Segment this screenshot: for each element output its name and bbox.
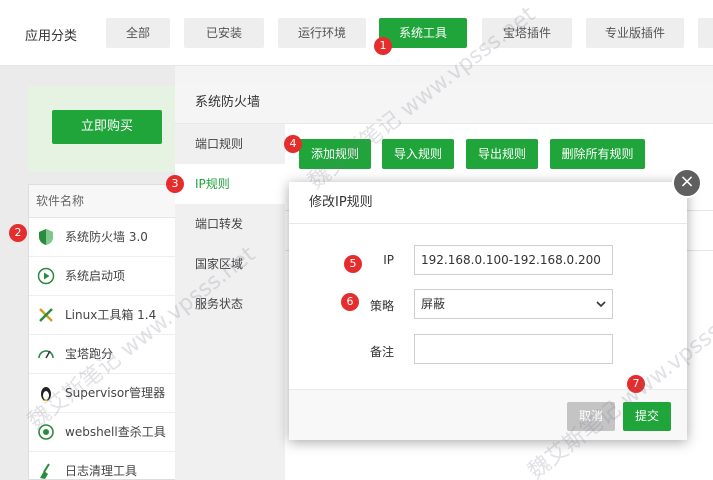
software-list: 软件名称 系统防火墙 3.0 系统启动项 Linux工具箱 1.4 宝塔跑分 S… bbox=[28, 184, 178, 480]
software-item-benchmark[interactable]: 宝塔跑分 bbox=[29, 335, 177, 374]
category-bt-plugins-button[interactable]: 宝塔插件 bbox=[482, 18, 572, 48]
callout-badge: 4 bbox=[284, 135, 302, 153]
nav-ip-rules[interactable]: IP规则 bbox=[175, 164, 285, 204]
ip-input[interactable]: 192.168.0.100-192.168.0.200 bbox=[414, 245, 613, 275]
nav-country-region[interactable]: 国家区域 bbox=[175, 244, 285, 284]
category-pro-plugins-button[interactable]: 专业版插件 bbox=[586, 18, 684, 48]
cancel-button[interactable]: 取消 bbox=[567, 402, 615, 431]
nav-service-status[interactable]: 服务状态 bbox=[175, 284, 285, 324]
category-all-button[interactable]: 全部 bbox=[106, 18, 170, 48]
dialog-footer: 取消 提交 bbox=[289, 389, 687, 440]
broom-icon bbox=[40, 463, 50, 479]
penguin-icon bbox=[41, 387, 51, 401]
software-item-linux-toolbox[interactable]: Linux工具箱 1.4 bbox=[29, 296, 177, 335]
policy-select[interactable]: 屏蔽 bbox=[414, 289, 613, 319]
category-more-button[interactable] bbox=[698, 18, 713, 48]
category-label: 应用分类 bbox=[25, 29, 78, 44]
scan-icon bbox=[38, 424, 54, 440]
edit-ip-rule-dialog: 修改IP规则 IP 192.168.0.100-192.168.0.200 策略… bbox=[289, 182, 687, 440]
software-item-label: 宝塔跑分 bbox=[65, 346, 114, 361]
software-item-label: Supervisor管理器 bbox=[65, 385, 166, 400]
category-bar: 应用分类 全部 已安装 运行环境 系统工具 宝塔插件 专业版插件 bbox=[0, 0, 713, 66]
software-item-supervisor[interactable]: Supervisor管理器 bbox=[29, 374, 177, 413]
policy-select-value: 屏蔽 bbox=[421, 297, 446, 311]
import-rules-button[interactable]: 导入规则 bbox=[382, 139, 454, 169]
category-system-tools-button[interactable]: 系统工具 bbox=[379, 18, 467, 48]
software-item-label: webshell查杀工具 bbox=[65, 424, 166, 439]
firewall-window-title: 系统防火墙 bbox=[175, 82, 713, 124]
category-installed-button[interactable]: 已安装 bbox=[184, 18, 264, 48]
nav-port-rules[interactable]: 端口规则 bbox=[175, 124, 285, 164]
callout-badge: 1 bbox=[374, 37, 392, 55]
software-item-firewall[interactable]: 系统防火墙 3.0 bbox=[29, 218, 177, 257]
shield-icon bbox=[39, 229, 53, 245]
submit-button[interactable]: 提交 bbox=[623, 402, 671, 431]
software-item-log-cleaner[interactable]: 日志清理工具 bbox=[29, 452, 177, 480]
callout-badge: 3 bbox=[166, 175, 184, 193]
callout-badge: 5 bbox=[344, 255, 362, 273]
software-item-label: 系统启动项 bbox=[65, 268, 126, 283]
add-rule-button[interactable]: 添加规则 bbox=[299, 139, 371, 169]
callout-badge: 7 bbox=[627, 375, 645, 393]
play-circle-icon bbox=[37, 267, 55, 285]
close-icon[interactable]: × bbox=[672, 168, 702, 198]
callout-badge: 6 bbox=[341, 293, 359, 311]
software-list-header: 软件名称 bbox=[29, 185, 177, 218]
software-item-webshell[interactable]: webshell查杀工具 bbox=[29, 413, 177, 452]
remark-input[interactable] bbox=[414, 334, 613, 364]
export-rules-button[interactable]: 导出规则 bbox=[466, 139, 538, 169]
callout-badge: 2 bbox=[9, 224, 27, 242]
dialog-title: 修改IP规则 bbox=[289, 182, 687, 224]
nav-port-forward[interactable]: 端口转发 bbox=[175, 204, 285, 244]
gauge-icon bbox=[38, 350, 54, 359]
firewall-nav: 端口规则 IP规则 端口转发 国家区域 服务状态 bbox=[175, 124, 285, 480]
ip-label: IP bbox=[383, 253, 394, 267]
chevron-down-icon bbox=[596, 301, 606, 308]
category-runtime-button[interactable]: 运行环境 bbox=[278, 18, 366, 48]
software-item-startup[interactable]: 系统启动项 bbox=[29, 257, 177, 296]
tools-icon bbox=[39, 308, 53, 322]
software-item-label: 日志清理工具 bbox=[65, 463, 138, 478]
software-item-label: Linux工具箱 1.4 bbox=[65, 307, 157, 322]
delete-all-rules-button[interactable]: 删除所有规则 bbox=[550, 139, 645, 169]
buy-now-button[interactable]: 立即购买 bbox=[52, 110, 162, 144]
software-item-label: 系统防火墙 3.0 bbox=[65, 229, 148, 244]
remark-label: 备注 bbox=[369, 345, 394, 359]
